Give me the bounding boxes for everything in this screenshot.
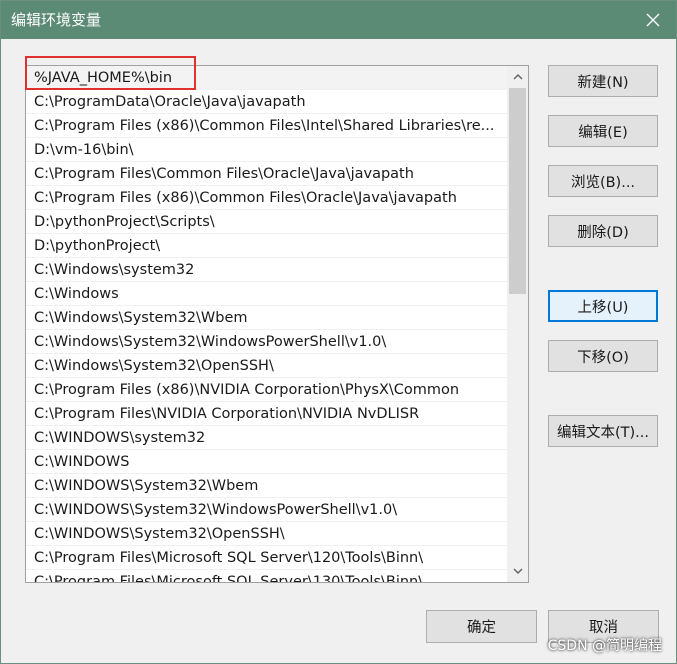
list-item[interactable]: C:\WINDOWS (26, 450, 507, 474)
list-item[interactable]: C:\Windows\system32 (26, 258, 507, 282)
delete-button[interactable]: 删除(D) (548, 215, 658, 247)
scroll-up-button[interactable] (507, 66, 528, 88)
list-item[interactable]: C:\WINDOWS\System32\OpenSSH\ (26, 522, 507, 546)
list-item[interactable]: C:\Windows (26, 282, 507, 306)
list-item[interactable]: C:\Windows\System32\WindowsPowerShell\v1… (26, 330, 507, 354)
close-icon (646, 13, 660, 27)
list-item[interactable]: C:\Windows\System32\Wbem (26, 306, 507, 330)
list-item[interactable]: C:\WINDOWS\System32\WindowsPowerShell\v1… (26, 498, 507, 522)
list-item[interactable]: C:\Program Files\Common Files\Oracle\Jav… (26, 162, 507, 186)
list-item[interactable]: C:\WINDOWS\system32 (26, 426, 507, 450)
list-item[interactable]: D:\pythonProject\ (26, 234, 507, 258)
move-down-button[interactable]: 下移(O) (548, 340, 658, 372)
list-item[interactable]: C:\Program Files\NVIDIA Corporation\NVID… (26, 402, 507, 426)
chevron-down-icon (513, 568, 522, 574)
new-button[interactable]: 新建(N) (548, 65, 658, 97)
vertical-scrollbar[interactable] (507, 66, 528, 582)
list-item[interactable]: C:\ProgramData\Oracle\Java\javapath (26, 90, 507, 114)
list-item[interactable]: C:\Program Files (x86)\NVIDIA Corporatio… (26, 378, 507, 402)
edit-button[interactable]: 编辑(E) (548, 115, 658, 147)
watermark: CSDN @简明编程 (547, 638, 662, 654)
list-item[interactable]: C:\Windows\System32\OpenSSH\ (26, 354, 507, 378)
browse-button[interactable]: 浏览(B)... (548, 165, 658, 197)
edit-text-button[interactable]: 编辑文本(T)... (548, 415, 658, 447)
scroll-down-button[interactable] (507, 560, 528, 582)
path-listbox[interactable]: %JAVA_HOME%\bin C:\ProgramData\Oracle\Jav… (25, 65, 529, 583)
list-item[interactable]: D:\vm-16\bin\ (26, 138, 507, 162)
list-item[interactable]: C:\WINDOWS\System32\Wbem (26, 474, 507, 498)
window-title: 编辑环境变量 (11, 11, 102, 29)
ok-button[interactable]: 确定 (426, 610, 537, 643)
scroll-thumb[interactable] (509, 88, 526, 294)
list-item[interactable]: C:\Program Files (x86)\Common Files\Orac… (26, 186, 507, 210)
list-item[interactable]: C:\Program Files (x86)\Common Files\Inte… (26, 114, 507, 138)
chevron-up-icon (513, 74, 522, 80)
title-bar[interactable]: 编辑环境变量 (1, 1, 676, 39)
path-list: %JAVA_HOME%\bin C:\ProgramData\Oracle\Jav… (26, 66, 507, 582)
list-item[interactable]: C:\Program Files\Microsoft SQL Server\12… (26, 546, 507, 570)
list-item[interactable]: C:\Program Files\Microsoft SQL Server\13… (26, 570, 507, 582)
list-item[interactable]: D:\pythonProject\Scripts\ (26, 210, 507, 234)
move-up-button[interactable]: 上移(U) (548, 290, 658, 322)
edit-env-var-dialog: 编辑环境变量 %JAVA_HOME%\bin C:\ProgramData\Ora… (0, 0, 677, 664)
close-button[interactable] (630, 1, 676, 39)
list-item[interactable]: %JAVA_HOME%\bin (26, 66, 507, 90)
